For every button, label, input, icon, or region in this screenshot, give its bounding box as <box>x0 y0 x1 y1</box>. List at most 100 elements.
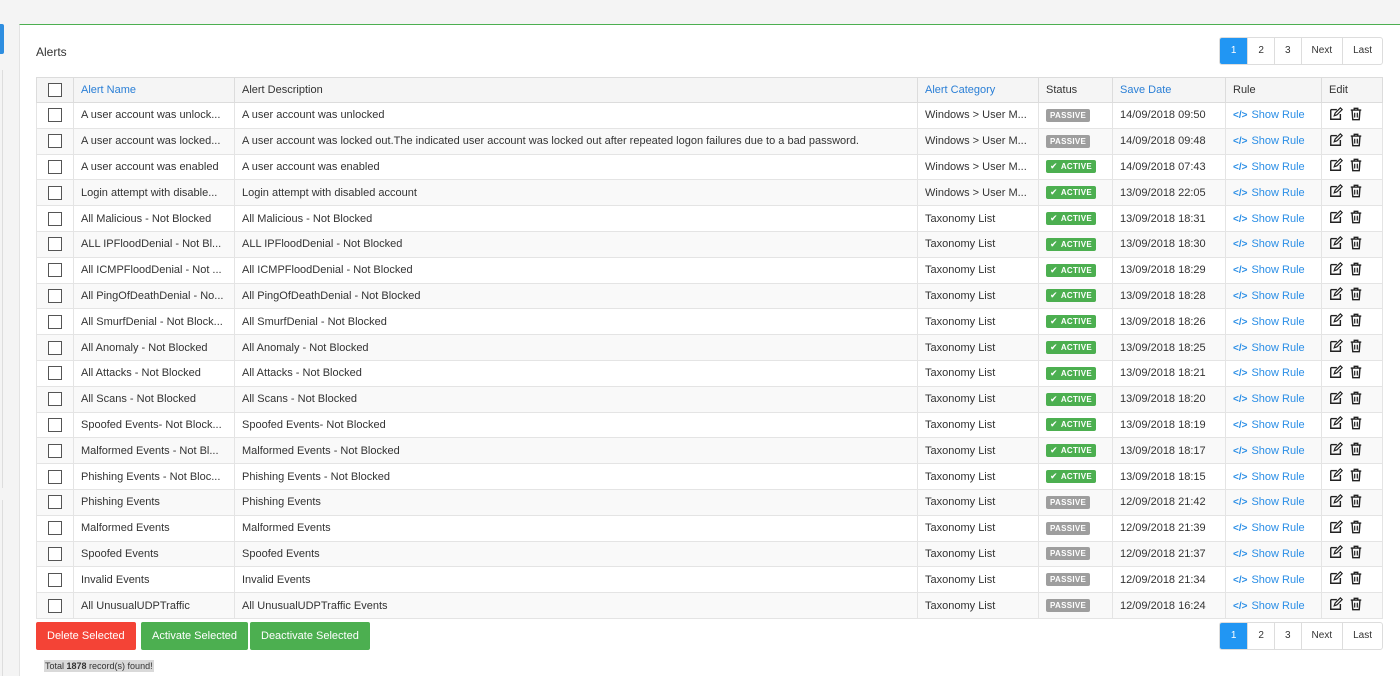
row-checkbox[interactable] <box>48 443 62 458</box>
show-rule-link[interactable]: </> Show Rule <box>1233 445 1305 457</box>
trash-icon[interactable] <box>1349 545 1363 559</box>
row-checkbox[interactable] <box>48 288 62 303</box>
show-rule-link[interactable]: </> Show Rule <box>1233 342 1305 354</box>
page-1-button[interactable]: 1 <box>1219 623 1248 649</box>
row-checkbox[interactable] <box>48 134 62 149</box>
show-rule-link[interactable]: </> Show Rule <box>1233 161 1305 173</box>
trash-icon[interactable] <box>1349 210 1363 224</box>
last-page-button[interactable]: Last <box>1342 38 1382 64</box>
trash-icon[interactable] <box>1349 313 1363 327</box>
edit-icon[interactable] <box>1329 210 1343 224</box>
alert-name-header[interactable]: Alert Name <box>73 77 235 103</box>
row-checkbox[interactable] <box>48 366 62 381</box>
trash-icon[interactable] <box>1349 442 1363 456</box>
deactivate-selected-button[interactable]: Deactivate Selected <box>250 622 370 650</box>
show-rule-label: Show Rule <box>1251 470 1305 483</box>
select-all-checkbox[interactable] <box>48 83 62 97</box>
trash-icon[interactable] <box>1349 365 1363 379</box>
edit-icon[interactable] <box>1329 545 1343 559</box>
trash-icon[interactable] <box>1349 262 1363 276</box>
show-rule-link[interactable]: </> Show Rule <box>1233 574 1305 586</box>
edit-icon[interactable] <box>1329 468 1343 482</box>
trash-icon[interactable] <box>1349 468 1363 482</box>
edit-icon[interactable] <box>1329 571 1343 585</box>
last-page-button[interactable]: Last <box>1342 623 1382 649</box>
row-checkbox[interactable] <box>48 108 62 123</box>
show-rule-link[interactable]: </> Show Rule <box>1233 522 1305 534</box>
edit-icon[interactable] <box>1329 287 1343 301</box>
show-rule-link[interactable]: </> Show Rule <box>1233 367 1305 379</box>
show-rule-link[interactable]: </> Show Rule <box>1233 496 1305 508</box>
show-rule-link[interactable]: </> Show Rule <box>1233 393 1305 405</box>
edit-icon[interactable] <box>1329 339 1343 353</box>
show-rule-link[interactable]: </> Show Rule <box>1233 187 1305 199</box>
trash-icon[interactable] <box>1349 339 1363 353</box>
trash-icon[interactable] <box>1349 571 1363 585</box>
edit-icon[interactable] <box>1329 235 1343 250</box>
alert-category-header[interactable]: Alert Category <box>917 77 1039 103</box>
next-page-button[interactable]: Next <box>1300 38 1343 64</box>
trash-icon[interactable] <box>1349 236 1363 250</box>
show-rule-link[interactable]: </> Show Rule <box>1233 471 1305 483</box>
show-rule-link[interactable]: </> Show Rule <box>1233 548 1305 560</box>
show-rule-link[interactable]: </> Show Rule <box>1233 290 1305 302</box>
row-checkbox[interactable] <box>48 314 62 329</box>
show-rule-link[interactable]: </> Show Rule <box>1233 264 1305 276</box>
show-rule-link[interactable]: </> Show Rule <box>1233 213 1305 225</box>
show-rule-link[interactable]: </> Show Rule <box>1233 109 1305 121</box>
row-checkbox[interactable] <box>48 417 62 432</box>
page-2-button[interactable]: 2 <box>1247 38 1274 64</box>
show-rule-link[interactable]: </> Show Rule <box>1233 135 1305 147</box>
row-checkbox[interactable] <box>48 211 62 226</box>
edit-icon[interactable] <box>1329 158 1343 172</box>
edit-icon[interactable] <box>1329 442 1343 456</box>
edit-icon[interactable] <box>1329 597 1343 611</box>
trash-icon[interactable] <box>1349 107 1363 121</box>
trash-icon[interactable] <box>1349 520 1363 534</box>
trash-icon[interactable] <box>1349 391 1363 405</box>
check-icon: ✔ <box>1050 264 1058 275</box>
trash-icon[interactable] <box>1349 597 1363 611</box>
row-checkbox[interactable] <box>48 185 62 200</box>
edit-icon[interactable] <box>1329 184 1343 198</box>
edit-icon[interactable] <box>1329 493 1343 508</box>
save-date-header[interactable]: Save Date <box>1112 77 1226 103</box>
delete-selected-button[interactable]: Delete Selected <box>36 622 136 650</box>
row-checkbox[interactable] <box>48 392 62 407</box>
row-checkbox[interactable] <box>48 598 62 613</box>
trash-icon[interactable] <box>1349 287 1363 301</box>
row-checkbox[interactable] <box>48 521 62 536</box>
show-rule-link[interactable]: </> Show Rule <box>1233 238 1305 250</box>
edit-icon[interactable] <box>1329 519 1343 534</box>
edit-icon[interactable] <box>1329 364 1343 379</box>
edit-icon[interactable] <box>1329 390 1343 405</box>
row-checkbox[interactable] <box>48 546 62 561</box>
page-3-button[interactable]: 3 <box>1273 623 1301 649</box>
edit-icon[interactable] <box>1329 416 1343 430</box>
row-checkbox[interactable] <box>48 469 62 484</box>
row-checkbox[interactable] <box>48 495 62 510</box>
row-checkbox[interactable] <box>48 572 62 587</box>
trash-icon[interactable] <box>1349 494 1363 508</box>
edit-icon[interactable] <box>1329 313 1343 327</box>
trash-icon[interactable] <box>1349 133 1363 147</box>
show-rule-link[interactable]: </> Show Rule <box>1233 316 1305 328</box>
next-page-button[interactable]: Next <box>1300 623 1343 649</box>
trash-icon[interactable] <box>1349 184 1363 198</box>
row-checkbox[interactable] <box>48 237 62 252</box>
trash-icon[interactable] <box>1349 158 1363 172</box>
row-checkbox[interactable] <box>48 263 62 278</box>
page-3-button[interactable]: 3 <box>1273 38 1301 64</box>
show-rule-link[interactable]: </> Show Rule <box>1233 600 1305 612</box>
edit-icon[interactable] <box>1329 106 1343 121</box>
edit-icon[interactable] <box>1329 261 1343 276</box>
trash-icon[interactable] <box>1349 416 1363 430</box>
page-2-button[interactable]: 2 <box>1247 623 1274 649</box>
page-1-button[interactable]: 1 <box>1219 38 1248 64</box>
row-checkbox[interactable] <box>48 340 62 355</box>
show-rule-link[interactable]: </> Show Rule <box>1233 419 1305 431</box>
alert-category-cell: Windows > User M... <box>917 153 1039 181</box>
activate-selected-button[interactable]: Activate Selected <box>141 622 248 650</box>
edit-icon[interactable] <box>1329 132 1343 147</box>
row-checkbox[interactable] <box>48 159 62 174</box>
